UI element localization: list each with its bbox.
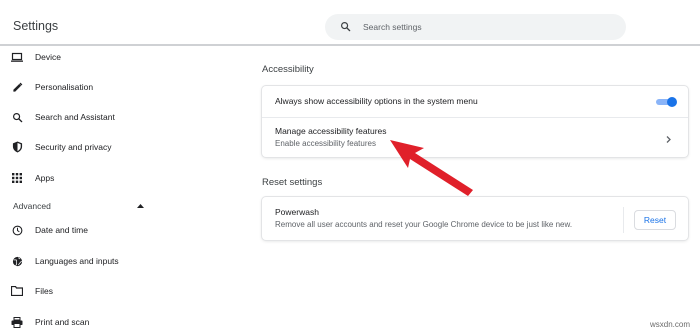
always-show-accessibility-toggle[interactable] [656, 96, 678, 108]
sidebar-item-security-and-privacy[interactable]: Security and privacy [0, 135, 160, 159]
accessibility-section-title: Accessibility [262, 64, 314, 75]
sidebar-item-print-and-scan[interactable]: Print and scan [0, 310, 160, 332]
sidebar-item-languages-and-inputs[interactable]: Languages and inputs [0, 249, 160, 273]
sidebar: Device Personalisation Search and Assist… [0, 48, 160, 332]
powerwash-description: Remove all user accounts and reset your … [275, 220, 573, 229]
sidebar-item-files[interactable]: Files [0, 279, 160, 303]
sidebar-item-label: Search and Assistant [35, 112, 115, 122]
reset-section-title: Reset settings [262, 177, 323, 188]
sidebar-item-label: Files [35, 286, 53, 296]
always-show-accessibility-label: Always show accessibility options in the… [275, 96, 478, 106]
app-title: Settings [13, 19, 59, 33]
chevron-right-icon [666, 136, 671, 143]
globe-icon [11, 255, 23, 267]
printer-icon [11, 316, 23, 328]
caret-up-icon [137, 204, 144, 208]
sidebar-item-label: Apps [35, 173, 55, 183]
red-annotation-arrow [390, 140, 473, 196]
sidebar-item-device[interactable]: Device [0, 45, 160, 69]
powerwash-title: Powerwash [275, 207, 319, 217]
sidebar-item-label: Languages and inputs [35, 256, 119, 266]
apps-grid-icon [11, 172, 23, 184]
sidebar-item-label: Print and scan [35, 317, 90, 327]
sidebar-item-label: Date and time [35, 225, 88, 235]
sidebar-item-search-and-assistant[interactable]: Search and Assistant [0, 105, 160, 129]
sidebar-item-label: Security and privacy [35, 142, 112, 152]
sidebar-item-personalisation[interactable]: Personalisation [0, 75, 160, 99]
manage-accessibility-title: Manage accessibility features [275, 126, 387, 136]
advanced-label: Advanced [13, 201, 51, 211]
folder-icon [11, 285, 23, 297]
sidebar-item-date-and-time[interactable]: Date and time [0, 218, 160, 242]
search-input[interactable] [363, 18, 613, 36]
toggle-knob [667, 97, 677, 107]
reset-button[interactable]: Reset [634, 210, 676, 230]
sidebar-item-label: Device [35, 52, 61, 62]
search-icon [11, 111, 23, 123]
pencil-icon [11, 81, 23, 93]
watermark-text: wsxdn.com [650, 320, 691, 329]
shield-icon [11, 141, 23, 153]
search-box[interactable] [325, 14, 626, 40]
advanced-toggle[interactable]: Advanced [0, 198, 160, 214]
vertical-divider [623, 207, 624, 233]
clock-icon [11, 224, 23, 236]
top-bar: Settings [0, 0, 700, 46]
laptop-icon [11, 51, 23, 63]
search-icon [341, 22, 351, 32]
sidebar-item-apps[interactable]: Apps [0, 166, 160, 190]
always-show-accessibility-row[interactable]: Always show accessibility options in the… [262, 86, 688, 117]
sidebar-item-label: Personalisation [35, 82, 94, 92]
manage-accessibility-subtitle: Enable accessibility features [275, 139, 376, 148]
reset-card: Powerwash Remove all user accounts and r… [262, 197, 688, 240]
